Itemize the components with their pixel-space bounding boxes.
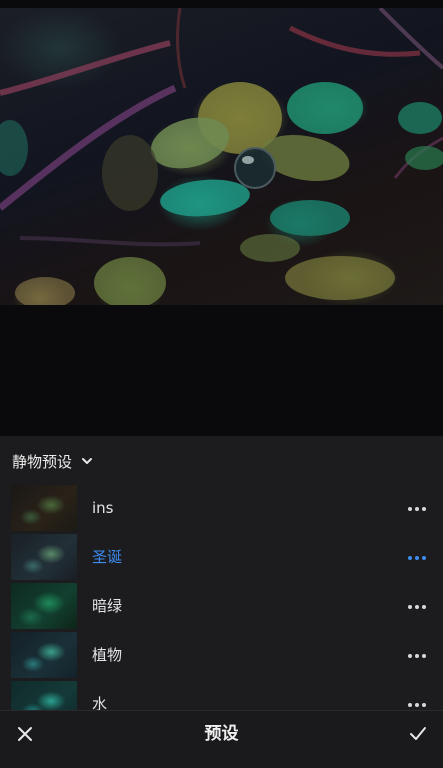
preset-item-christmas[interactable]: 圣诞 (0, 533, 443, 582)
app-screen: 静物预设 ins 圣诞 暗绿 植物 水 预设 (0, 0, 443, 768)
preset-item-plant[interactable]: 植物 (0, 631, 443, 680)
preset-category-selector[interactable]: 静物预设 (12, 450, 94, 472)
preset-thumbnail (11, 583, 77, 629)
preview-image[interactable] (0, 8, 443, 305)
preview-image-art (0, 8, 443, 305)
preset-thumbnail (11, 632, 77, 678)
preset-category-label: 静物预设 (12, 452, 73, 471)
preset-label: 圣诞 (92, 548, 123, 566)
preset-item-dark-green[interactable]: 暗绿 (0, 582, 443, 631)
preset-list: ins 圣诞 暗绿 植物 水 (0, 484, 443, 729)
preset-item-ins[interactable]: ins (0, 484, 443, 533)
preset-label: 暗绿 (92, 597, 123, 615)
photo-preview (0, 0, 443, 436)
more-options-icon[interactable] (405, 631, 429, 680)
confirm-button[interactable] (395, 711, 441, 757)
preset-label: ins (92, 499, 114, 517)
chevron-down-icon (82, 458, 93, 464)
preset-thumbnail (11, 534, 77, 580)
more-options-icon[interactable] (405, 484, 429, 533)
preset-panel: 静物预设 ins 圣诞 暗绿 植物 水 (0, 436, 443, 727)
preset-thumbnail (11, 485, 77, 531)
bottom-toolbar: 预设 (0, 710, 443, 768)
more-options-icon[interactable] (405, 533, 429, 582)
preset-label: 植物 (92, 646, 123, 664)
toolbar-title: 预设 (204, 724, 239, 744)
more-options-icon[interactable] (405, 582, 429, 631)
check-icon (410, 727, 426, 740)
